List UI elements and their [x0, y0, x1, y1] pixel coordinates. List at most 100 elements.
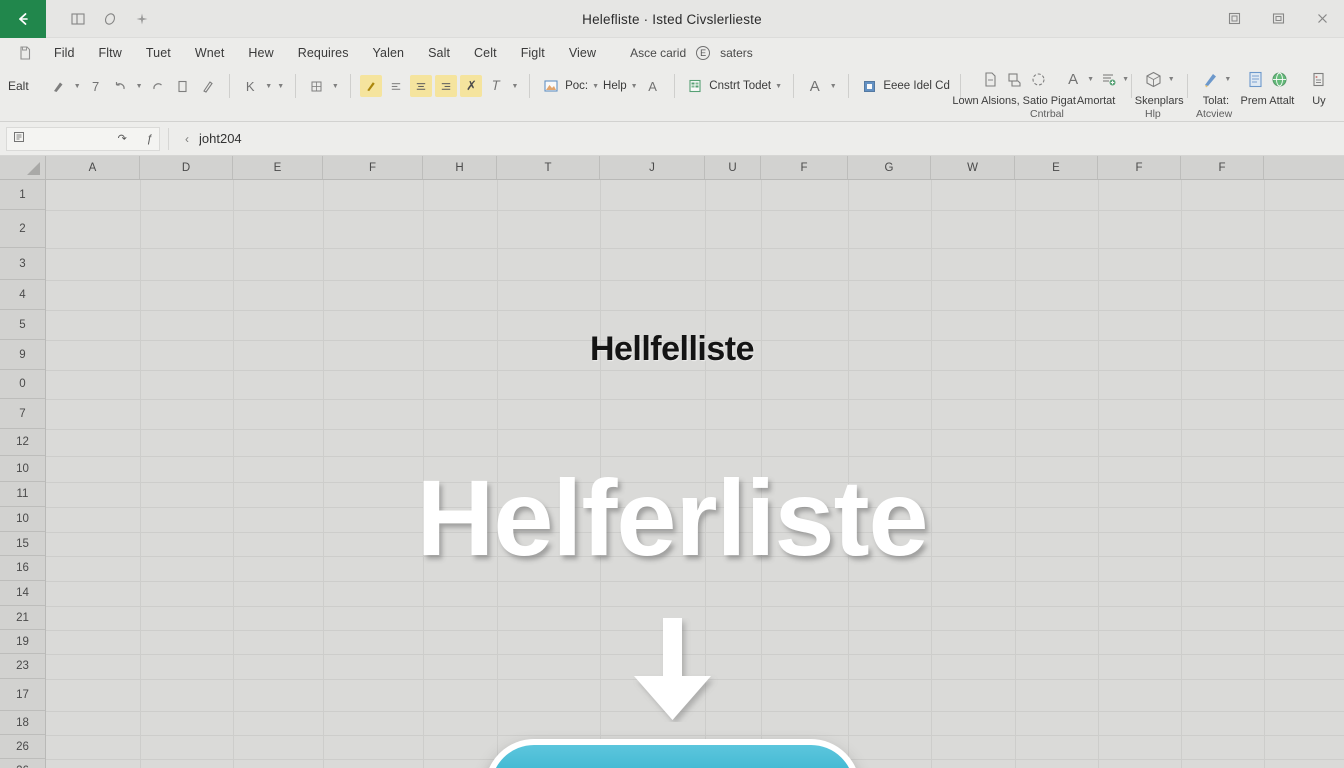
- row-header-19[interactable]: 18: [0, 711, 45, 735]
- back-button[interactable]: [0, 0, 46, 38]
- row-header-21[interactable]: 26: [0, 759, 45, 768]
- row-header-3[interactable]: 4: [0, 280, 45, 310]
- column-header-0[interactable]: A: [46, 156, 140, 179]
- column-header-2[interactable]: E: [233, 156, 323, 179]
- chevron-down-icon-7[interactable]: ▼: [591, 83, 600, 90]
- number-seven-icon[interactable]: 7: [85, 75, 107, 97]
- row-header-10[interactable]: 11: [0, 482, 45, 507]
- row-header-13[interactable]: 16: [0, 556, 45, 581]
- name-box-undo-icon[interactable]: ↷: [118, 132, 127, 145]
- page-icon[interactable]: [979, 69, 1001, 91]
- row-header-4[interactable]: 5: [0, 310, 45, 340]
- picture-button-label[interactable]: Poc:: [565, 80, 588, 92]
- row-header-16[interactable]: 19: [0, 630, 45, 654]
- column-header-10[interactable]: W: [931, 156, 1015, 179]
- tab-9[interactable]: Figlt: [509, 43, 557, 63]
- help-button-label[interactable]: Help: [603, 80, 627, 92]
- column-header-7[interactable]: U: [705, 156, 761, 179]
- chevron-down-icon-8[interactable]: ▼: [630, 83, 639, 90]
- cell-style-icon[interactable]: [858, 75, 880, 97]
- cell-style-label[interactable]: Eeee Idel Cd: [883, 80, 950, 92]
- redo-icon[interactable]: [147, 75, 169, 97]
- tab-5[interactable]: Requires: [286, 43, 361, 63]
- row-header-17[interactable]: 23: [0, 654, 45, 679]
- globe-icon[interactable]: [1268, 69, 1290, 91]
- pen-icon[interactable]: [1199, 69, 1221, 91]
- row-header-14[interactable]: 14: [0, 581, 45, 606]
- column-header-9[interactable]: G: [848, 156, 931, 179]
- collapse-formula-icon[interactable]: ‹: [177, 132, 197, 146]
- row-header-12[interactable]: 15: [0, 532, 45, 556]
- fx-icon[interactable]: ƒ: [147, 133, 153, 145]
- info-circle-icon[interactable]: E: [696, 46, 711, 60]
- insert-table-icon[interactable]: [684, 75, 706, 97]
- clear-format-icon[interactable]: ✗: [460, 75, 483, 97]
- letter-a-icon[interactable]: A: [804, 75, 826, 97]
- align-left-icon[interactable]: [385, 75, 407, 97]
- format-list-icon[interactable]: [1097, 69, 1119, 91]
- acce-card-label[interactable]: Asce carid: [630, 46, 686, 60]
- column-header-6[interactable]: J: [600, 156, 705, 179]
- tab-1[interactable]: Fltw: [87, 43, 134, 63]
- tab-10[interactable]: View: [557, 43, 608, 63]
- column-header-12[interactable]: F: [1098, 156, 1181, 179]
- paint-icon[interactable]: [197, 75, 219, 97]
- align-center-icon[interactable]: [410, 75, 433, 97]
- maximize-window-button[interactable]: [1256, 0, 1300, 38]
- sparkle-icon[interactable]: [128, 5, 156, 33]
- chevron-down-icon-9[interactable]: ▼: [774, 83, 783, 90]
- row-header-1[interactable]: 2: [0, 210, 45, 248]
- chevron-down-icon-11[interactable]: ▼: [1086, 76, 1095, 83]
- document-icon[interactable]: [1244, 69, 1266, 91]
- brush-icon[interactable]: [48, 75, 70, 97]
- cell-area[interactable]: [46, 180, 1344, 768]
- tab-4[interactable]: Hew: [236, 43, 285, 63]
- replay-icon[interactable]: [1308, 69, 1330, 91]
- italic-t-icon[interactable]: 𝑇: [485, 75, 507, 97]
- row-header-2[interactable]: 3: [0, 248, 45, 280]
- panel-toggle-icon[interactable]: [64, 5, 92, 33]
- row-header-15[interactable]: 21: [0, 606, 45, 630]
- ellipse-icon[interactable]: [96, 5, 124, 33]
- tab-6[interactable]: Yalen: [361, 43, 417, 63]
- border-icon[interactable]: [306, 75, 328, 97]
- row-header-20[interactable]: 26: [0, 735, 45, 759]
- column-header-1[interactable]: D: [140, 156, 233, 179]
- insert-button-label[interactable]: Cnstrt Todet: [709, 80, 771, 92]
- highlight-icon[interactable]: [360, 75, 383, 97]
- name-box[interactable]: ↷ ƒ: [6, 126, 160, 151]
- column-header-13[interactable]: F: [1181, 156, 1264, 179]
- row-header-18[interactable]: 17: [0, 679, 45, 711]
- save-icon[interactable]: [8, 40, 42, 66]
- column-header-3[interactable]: F: [323, 156, 423, 179]
- picture-icon[interactable]: [540, 75, 562, 97]
- chevron-down-icon[interactable]: ▼: [73, 83, 82, 90]
- tab-0[interactable]: Fild: [42, 43, 87, 63]
- chevron-down-icon-13[interactable]: ▼: [1167, 76, 1176, 83]
- chevron-down-icon-14[interactable]: ▼: [1223, 76, 1232, 83]
- tab-3[interactable]: Wnet: [183, 43, 237, 63]
- column-header-4[interactable]: H: [423, 156, 497, 179]
- tab-8[interactable]: Celt: [462, 43, 509, 63]
- shapes-icon[interactable]: [1027, 69, 1049, 91]
- download-button[interactable]: Download: [484, 739, 860, 768]
- column-header-5[interactable]: T: [497, 156, 600, 179]
- align-right-icon[interactable]: [435, 75, 458, 97]
- undo-icon[interactable]: [110, 75, 132, 97]
- row-header-9[interactable]: 10: [0, 456, 45, 482]
- font-a-icon[interactable]: A: [1062, 69, 1084, 91]
- tab-2[interactable]: Tuet: [134, 43, 183, 63]
- tab-7[interactable]: Salt: [416, 43, 462, 63]
- chevron-down-icon-2[interactable]: ▼: [135, 83, 144, 90]
- close-window-button[interactable]: [1300, 0, 1344, 38]
- saters-label[interactable]: saters: [720, 46, 753, 60]
- font-letter-icon[interactable]: K: [239, 75, 261, 97]
- row-header-0[interactable]: 1: [0, 180, 45, 210]
- chevron-down-icon-10[interactable]: ▼: [829, 83, 838, 90]
- formula-input[interactable]: [197, 126, 1344, 151]
- restore-window-button[interactable]: [1212, 0, 1256, 38]
- chevron-down-icon-6[interactable]: ▼: [510, 83, 519, 90]
- clipboard-icon[interactable]: [172, 75, 194, 97]
- row-header-7[interactable]: 7: [0, 399, 45, 429]
- chevron-down-icon-12[interactable]: ▼: [1121, 76, 1130, 83]
